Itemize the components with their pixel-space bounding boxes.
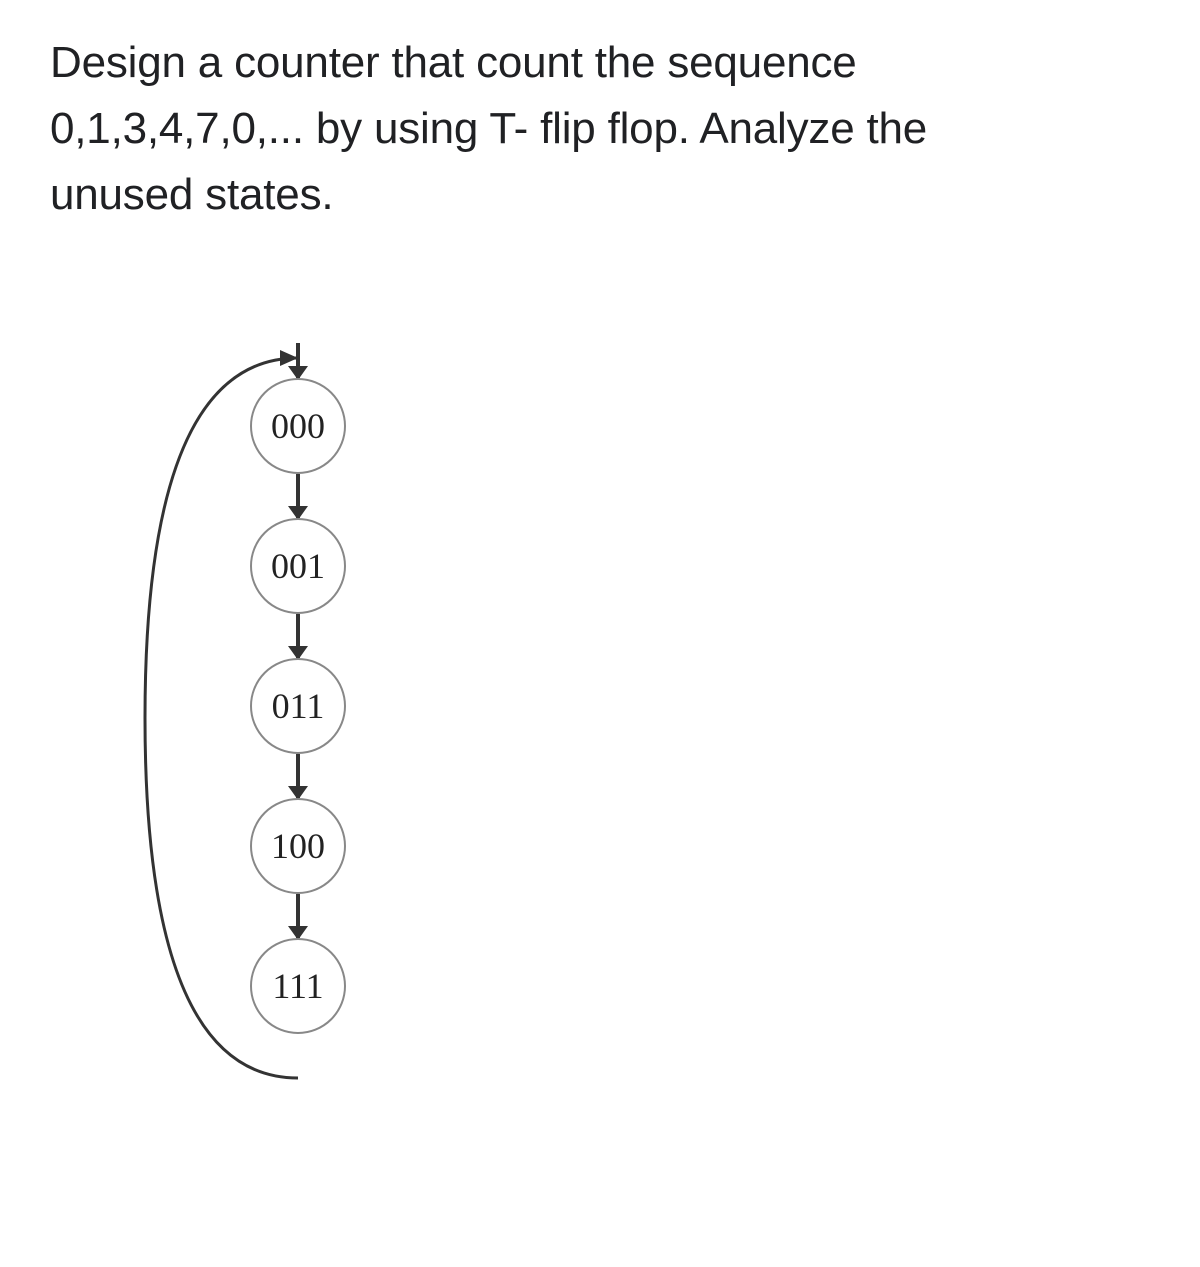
question-line-1: Design a counter that count the sequence <box>50 38 857 87</box>
state-011: 011 <box>250 658 346 754</box>
state-diagram: 000 001 011 100 111 <box>110 338 510 1108</box>
state-label-000: 000 <box>271 405 325 447</box>
state-001: 001 <box>250 518 346 614</box>
state-label-111: 111 <box>272 965 323 1007</box>
state-000: 000 <box>250 378 346 474</box>
arrow-into-000 <box>296 343 300 378</box>
question-line-2: 0,1,3,4,7,0,... by using T- flip flop. A… <box>50 104 927 153</box>
arrow-100-to-111 <box>296 894 300 938</box>
arrow-001-to-011 <box>296 614 300 658</box>
state-label-011: 011 <box>272 685 325 727</box>
state-label-100: 100 <box>271 825 325 867</box>
state-111: 111 <box>250 938 346 1034</box>
question-text: Design a counter that count the sequence… <box>50 30 1150 228</box>
state-label-001: 001 <box>271 545 325 587</box>
arrow-000-to-001 <box>296 474 300 518</box>
arrow-011-to-100 <box>296 754 300 798</box>
question-line-3: unused states. <box>50 170 333 219</box>
state-100: 100 <box>250 798 346 894</box>
